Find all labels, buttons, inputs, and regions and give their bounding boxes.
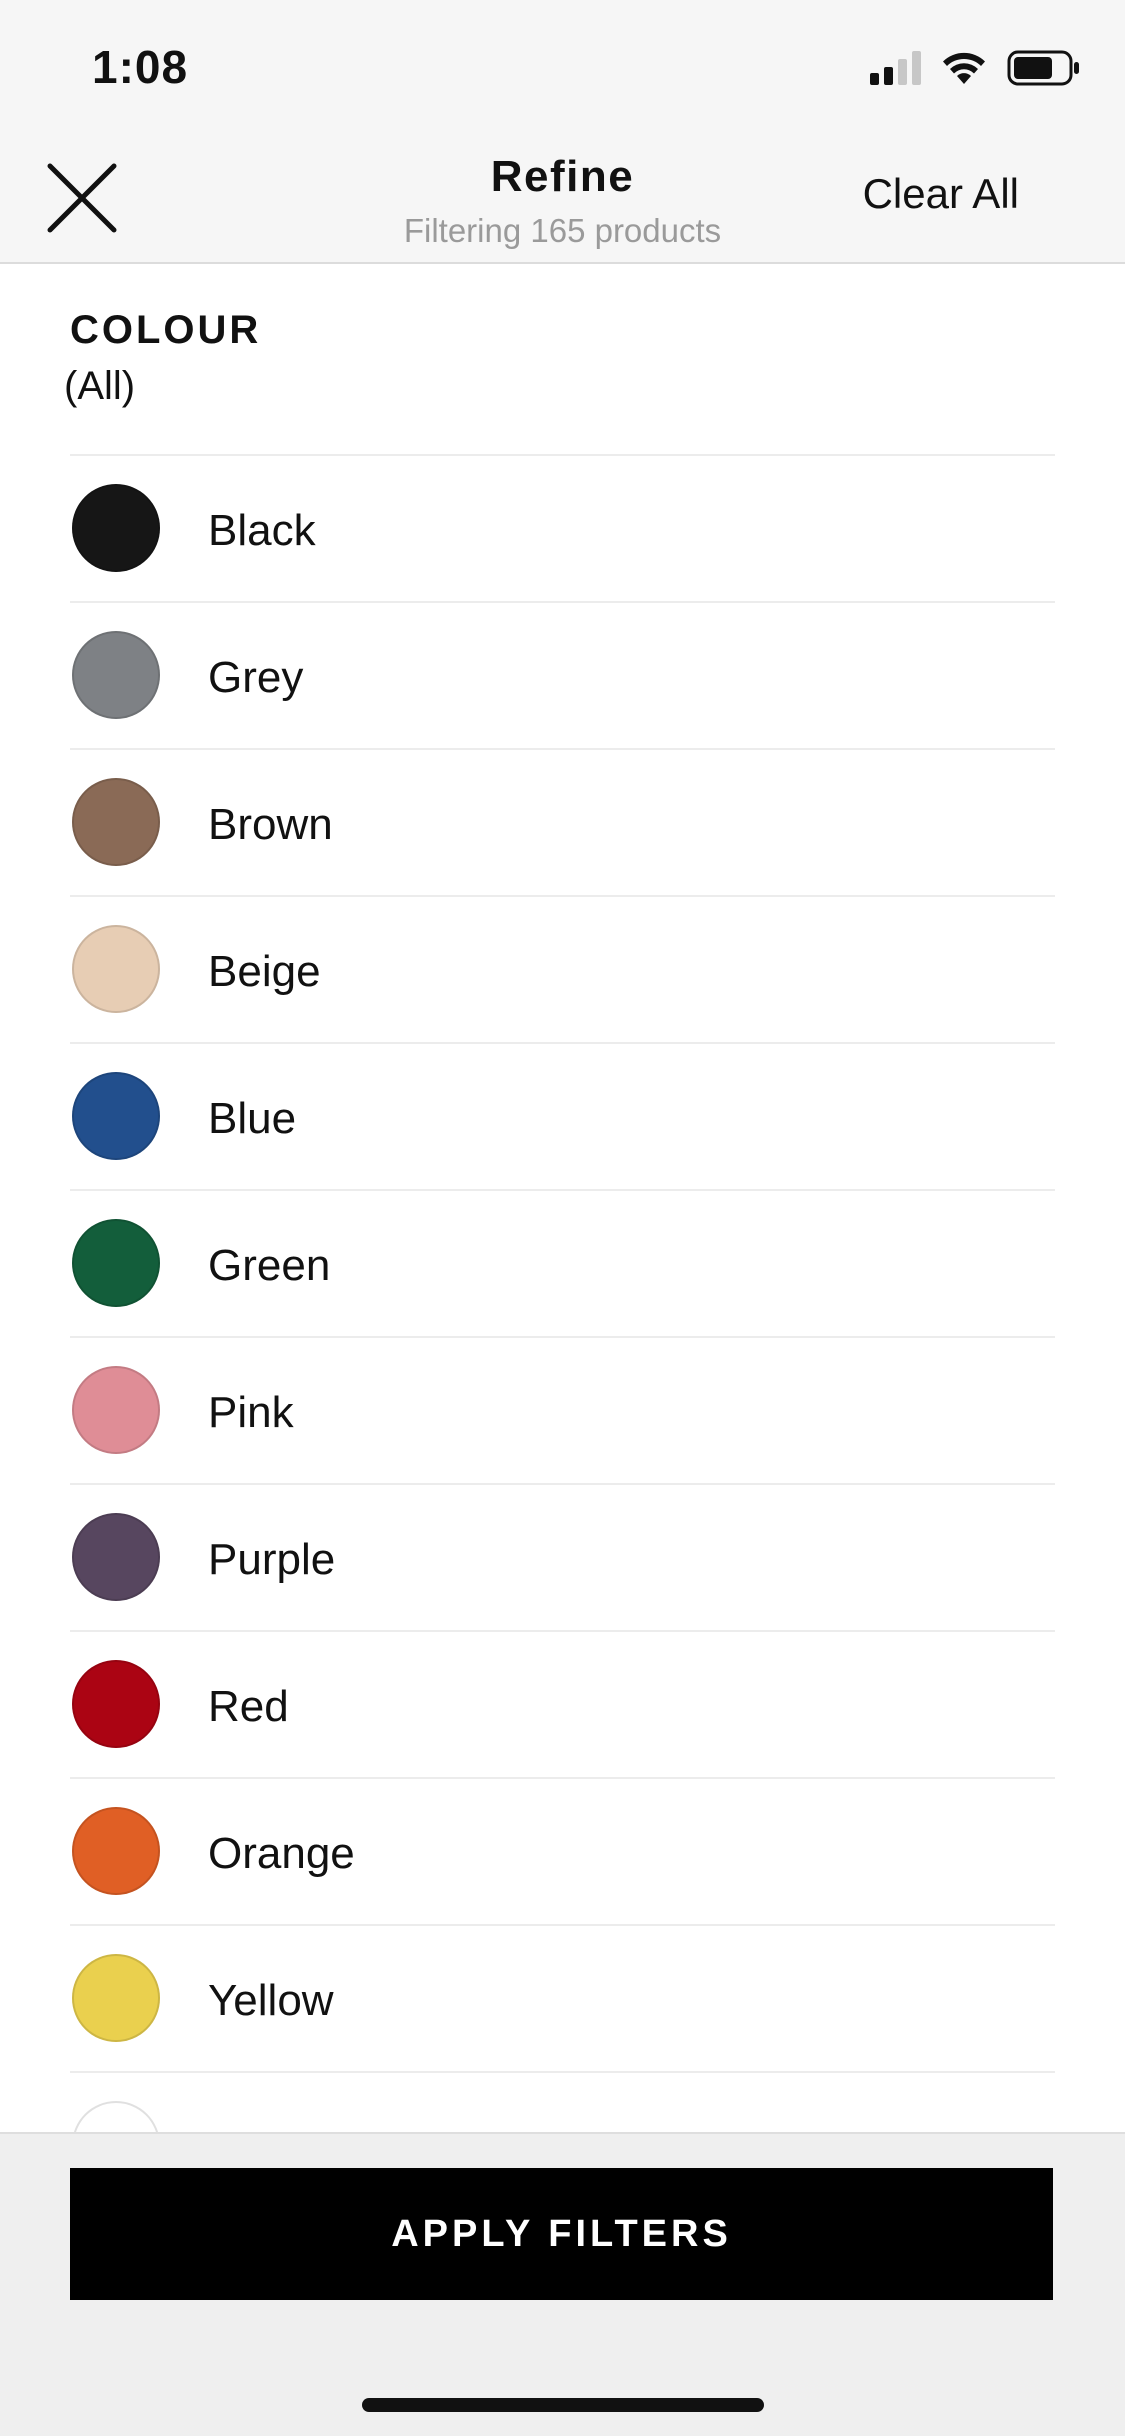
colour-option-label: Orange xyxy=(208,1829,355,1878)
status-time: 1:08 xyxy=(92,41,189,93)
apply-filters-button[interactable]: APPLY FILTERS xyxy=(70,2168,1053,2300)
colour-option-row[interactable]: Orange xyxy=(70,1779,1055,1926)
colour-option-row[interactable]: Beige xyxy=(70,897,1055,1044)
colour-option-label: Blue xyxy=(208,1094,297,1143)
status-icons xyxy=(870,46,1081,90)
colour-option-row[interactable] xyxy=(70,2073,1055,2132)
colour-swatch xyxy=(72,1366,160,1454)
section-selected-value: (All) xyxy=(64,364,136,408)
colour-swatch xyxy=(72,631,160,719)
colour-option-row[interactable]: Purple xyxy=(70,1485,1055,1632)
colour-option-row[interactable]: Red xyxy=(70,1632,1055,1779)
colour-option-label: Purple xyxy=(208,1535,336,1584)
colour-swatch xyxy=(72,1954,160,2042)
wifi-icon xyxy=(943,52,985,84)
colour-swatch xyxy=(72,1513,160,1601)
filter-content[interactable]: COLOUR (All) Black Grey Brown Beige Blue Gree… xyxy=(0,264,1125,2132)
colour-option-row[interactable]: Yellow xyxy=(70,1926,1055,2073)
colour-option-label: Red xyxy=(208,1682,289,1731)
colour-option-row[interactable]: Brown xyxy=(70,750,1055,897)
colour-list: Black Grey Brown Beige Blue Green Pink Purple Re… xyxy=(70,454,1055,2132)
colour-swatch xyxy=(72,778,160,866)
colour-swatch xyxy=(72,925,160,1013)
colour-swatch xyxy=(72,1807,160,1895)
clear-all-button[interactable]: Clear All xyxy=(863,170,1019,218)
header: 1:08 Refine Filtering 165 products Clear… xyxy=(0,0,1125,264)
colour-option-row[interactable]: Green xyxy=(70,1191,1055,1338)
battery-icon xyxy=(1007,50,1079,86)
home-indicator xyxy=(362,2398,764,2412)
cellular-signal-icon xyxy=(870,51,921,85)
colour-option-label: Black xyxy=(208,506,316,555)
colour-option-label: Yellow xyxy=(208,1976,334,2025)
colour-swatch xyxy=(72,1219,160,1307)
colour-option-row[interactable]: Grey xyxy=(70,603,1055,750)
colour-option-row[interactable]: Black xyxy=(70,456,1055,603)
footer: APPLY FILTERS xyxy=(0,2132,1125,2436)
colour-option-row[interactable]: Blue xyxy=(70,1044,1055,1191)
colour-swatch xyxy=(72,2101,160,2132)
colour-swatch xyxy=(72,1072,160,1160)
colour-option-label: Beige xyxy=(208,947,321,996)
colour-swatch xyxy=(72,484,160,572)
colour-option-label: Pink xyxy=(208,1388,294,1437)
colour-option-row[interactable]: Pink xyxy=(70,1338,1055,1485)
colour-option-label: Brown xyxy=(208,800,333,849)
colour-swatch xyxy=(72,1660,160,1748)
colour-option-label: Grey xyxy=(208,653,304,702)
section-title: COLOUR xyxy=(70,308,262,352)
colour-option-label: Green xyxy=(208,1241,331,1290)
